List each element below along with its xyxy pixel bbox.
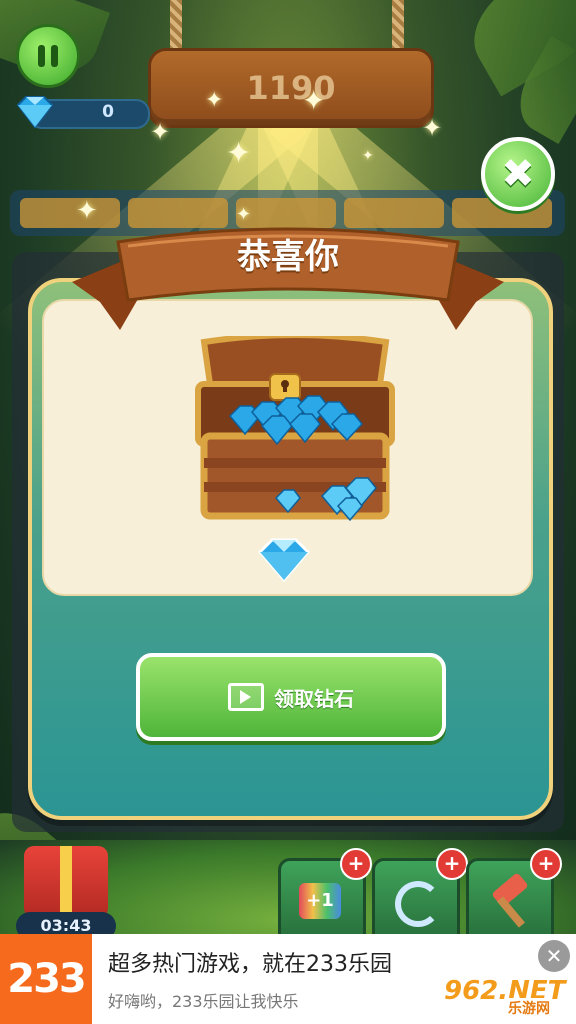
- sparkle: ✦: [302, 84, 326, 117]
- score-value: 1190: [246, 69, 336, 107]
- ad-subtitle: 好嗨哟，233乐园让我快乐: [108, 992, 299, 1011]
- ad-logo[interactable]: 233: [0, 934, 92, 1024]
- close-button[interactable]: ✖: [481, 137, 555, 211]
- claim-button-label: 领取钻石: [274, 686, 354, 711]
- score-board: 1190: [148, 48, 434, 128]
- sparkle: ✦: [226, 136, 252, 171]
- watermark: 962.NET 乐游网: [440, 976, 568, 1018]
- diamond-icon: [257, 538, 311, 583]
- sparkle: ✦: [205, 88, 224, 113]
- video-icon: [228, 683, 264, 711]
- pause-icon: [38, 45, 45, 67]
- treasure-chest: [195, 336, 395, 522]
- sparkle: ✦: [362, 148, 374, 164]
- ad-close-button[interactable]: ✕: [538, 940, 570, 972]
- gem-count: 0: [102, 102, 114, 122]
- sparkle: ✦: [422, 114, 443, 142]
- ad-title[interactable]: 超多热门游戏，就在233乐园: [108, 946, 392, 978]
- watermark-sub: 乐游网: [508, 998, 550, 1018]
- add-one-label: +1: [299, 883, 341, 919]
- diamond-icon: [16, 96, 54, 129]
- sparkle: ✦: [150, 118, 171, 146]
- hammer-plus-icon[interactable]: +: [530, 848, 562, 880]
- dialog-title: 恭喜你: [237, 237, 339, 277]
- pause-button[interactable]: [16, 24, 80, 88]
- gem-counter: 0: [10, 95, 150, 129]
- add-tool-plus-icon[interactable]: +: [340, 848, 372, 880]
- close-icon: ✖: [501, 151, 535, 197]
- refresh-plus-icon[interactable]: +: [436, 848, 468, 880]
- claim-diamonds-button[interactable]: 领取钻石: [136, 653, 446, 741]
- gift-icon[interactable]: [24, 846, 108, 918]
- refresh-icon: [395, 881, 441, 927]
